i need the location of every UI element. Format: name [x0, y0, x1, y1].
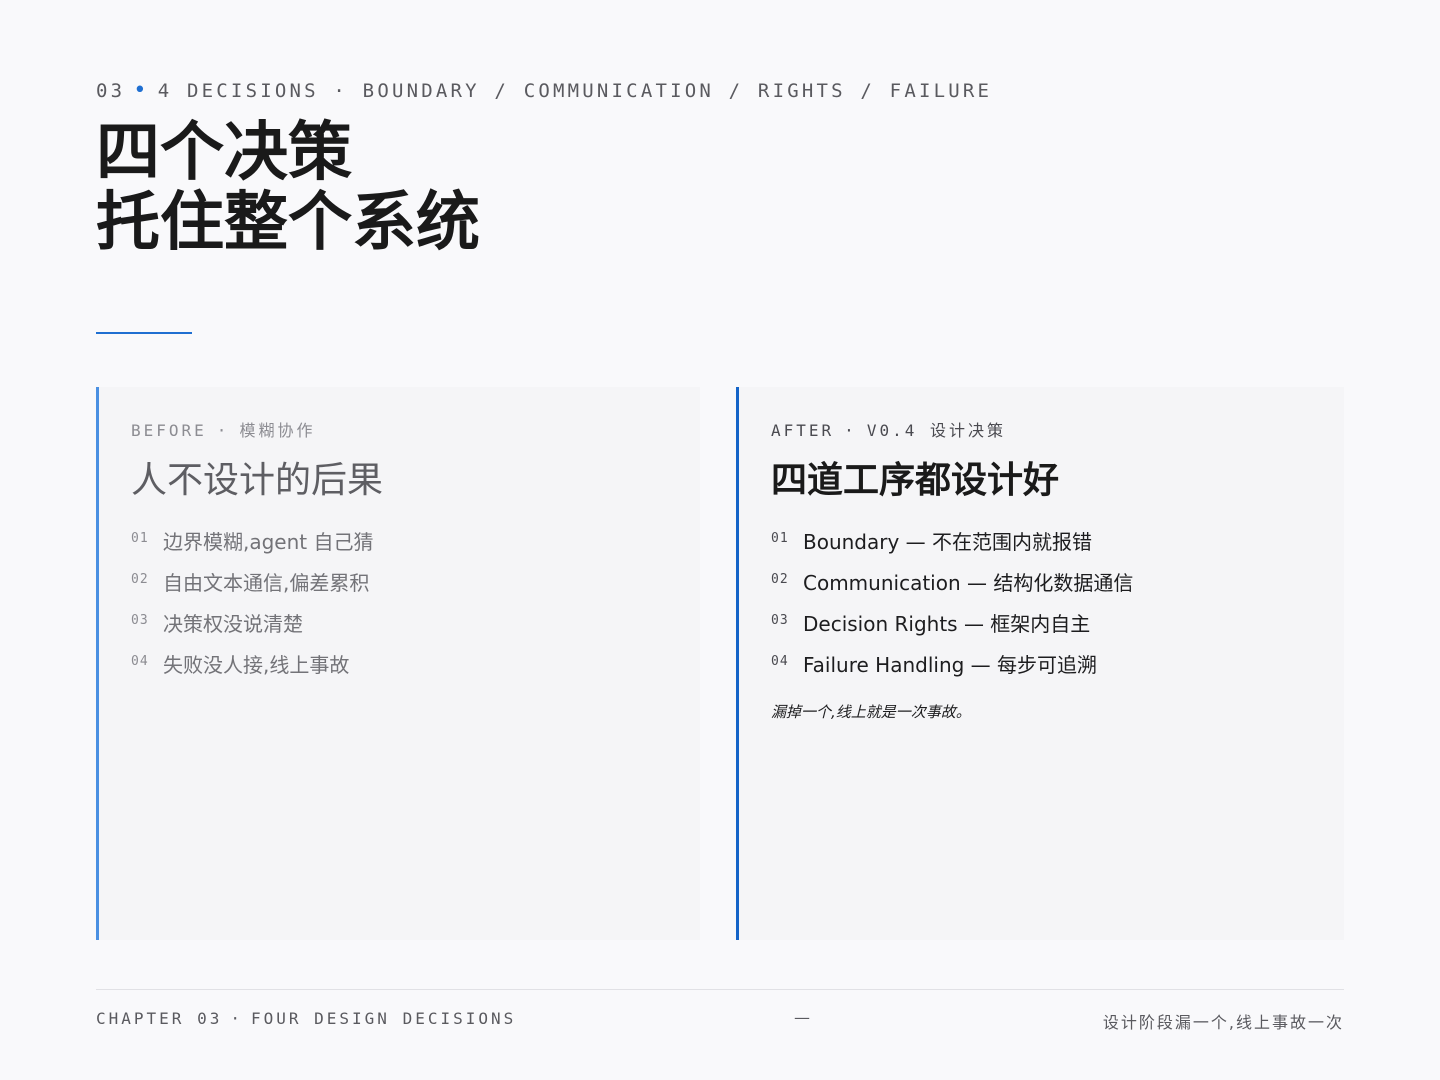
item-text: Decision Rights — 框架内自主: [803, 612, 1091, 636]
title-line-2: 托住整个系统: [96, 186, 480, 260]
after-label-text: AFTER: [771, 421, 835, 440]
list-item: 02 自由文本通信,偏差累积: [131, 570, 700, 611]
label-separator: ·: [216, 421, 230, 440]
after-card: AFTER · V0.4 设计决策 四道工序都设计好 01 Boundary — 不在…: [736, 387, 1344, 940]
footer-tagline: 设计阶段漏一个,线上事故一次: [1102, 1013, 1344, 1032]
after-list: 01 Boundary — 不在范围内就报错 02 Communication — …: [771, 529, 1344, 693]
list-item: 04 失败没人接,线上事故: [131, 652, 700, 693]
footer-section: FOUR DESIGN DECISIONS: [250, 1009, 517, 1028]
section-eyebrow: 03 • 4 DECISIONS · BOUNDARY / COMMUNICATIO…: [96, 78, 992, 103]
footer-separator: ·: [230, 1009, 243, 1028]
item-text: 自由文本通信,偏差累积: [163, 571, 370, 595]
list-item: 04 Failure Handling — 每步可追溯: [771, 652, 1344, 693]
item-number: 02: [131, 572, 149, 587]
item-text: Boundary — 不在范围内就报错: [803, 530, 1093, 554]
list-item: 01 边界模糊,agent 自己猜: [131, 529, 700, 570]
item-number: 03: [771, 613, 789, 628]
item-number: 01: [131, 531, 149, 546]
item-text: Failure Handling — 每步可追溯: [803, 653, 1098, 677]
item-text: 失败没人接,线上事故: [163, 653, 350, 677]
after-note: 漏掉一个,线上就是一次事故。: [771, 703, 971, 721]
accent-divider: [96, 332, 192, 334]
item-text: 决策权没说清楚: [163, 612, 303, 636]
before-list: 01 边界模糊,agent 自己猜 02 自由文本通信,偏差累积 03 决策权没说清楚…: [131, 529, 700, 693]
bullet-dot-icon: •: [133, 78, 150, 103]
topics-line: 4 DECISIONS · BOUNDARY / COMMUNICATION /…: [157, 80, 993, 102]
before-sublabel: 模糊协作: [239, 421, 316, 440]
item-number: 01: [771, 531, 789, 546]
footer-chapter-label: CHAPTER 03: [96, 1009, 223, 1028]
footer-dash: —: [794, 1008, 810, 1027]
title-line-1: 四个决策: [96, 116, 352, 190]
after-sublabel: V0.4 设计决策: [866, 421, 1006, 440]
before-label: BEFORE · 模糊协作: [131, 417, 700, 441]
item-text: 边界模糊,agent 自己猜: [163, 530, 374, 554]
list-item: 03 Decision Rights — 框架内自主: [771, 611, 1344, 652]
list-item: 02 Communication — 结构化数据通信: [771, 570, 1344, 611]
before-title: 人不设计的后果: [131, 460, 384, 501]
footer-chapter: CHAPTER 03 · FOUR DESIGN DECISIONS: [96, 1009, 516, 1028]
item-text: Communication — 结构化数据通信: [803, 571, 1134, 595]
item-number: 03: [131, 613, 149, 628]
before-label-text: BEFORE: [131, 421, 207, 440]
list-item: 03 决策权没说清楚: [131, 611, 700, 652]
label-separator: ·: [844, 421, 857, 440]
page-title: 四个决策 托住整个系统: [96, 118, 480, 258]
footer-divider: [96, 989, 1344, 990]
chapter-number: 03: [96, 80, 126, 102]
before-card: BEFORE · 模糊协作 人不设计的后果 01 边界模糊,agent 自己猜 02 自…: [96, 387, 700, 940]
item-number: 02: [771, 572, 789, 587]
after-label: AFTER · V0.4 设计决策: [771, 417, 1344, 441]
item-number: 04: [771, 654, 789, 669]
item-number: 04: [131, 654, 149, 669]
list-item: 01 Boundary — 不在范围内就报错: [771, 529, 1344, 570]
after-title: 四道工序都设计好: [771, 460, 1060, 501]
